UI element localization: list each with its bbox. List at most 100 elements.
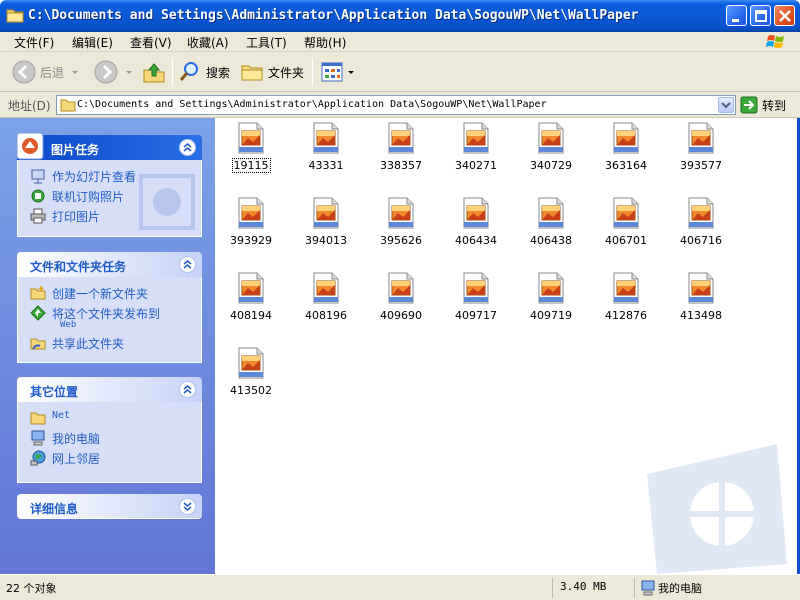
forward-arrow-icon (94, 60, 118, 84)
place-my-computer[interactable]: 我的电脑 (30, 430, 100, 447)
file-item[interactable]: 394013 (290, 196, 362, 247)
file-name: 409719 (530, 309, 572, 322)
network-icon (30, 450, 46, 466)
collapse-button[interactable] (179, 381, 196, 398)
file-item[interactable]: 409719 (515, 271, 587, 322)
menu-tools[interactable]: 工具(T) (246, 34, 287, 51)
collapse-button[interactable] (179, 256, 196, 273)
file-item[interactable]: 406701 (590, 196, 662, 247)
menu-favorites[interactable]: 收藏(A) (187, 34, 229, 51)
file-item[interactable]: 19115 (215, 121, 287, 173)
file-item[interactable]: 413502 (215, 346, 287, 397)
file-name: 406701 (605, 234, 647, 247)
menu-view[interactable]: 查看(V) (130, 34, 172, 51)
windows-logo-icon (766, 35, 784, 48)
file-item[interactable]: 340729 (515, 121, 587, 172)
file-item[interactable]: 338357 (365, 121, 437, 172)
file-item[interactable]: 409690 (365, 271, 437, 322)
window-title: C:\Documents and Settings\Administrator\… (28, 8, 639, 23)
file-item[interactable]: 408194 (215, 271, 287, 322)
image-file-icon (613, 272, 639, 304)
maximize-button[interactable] (750, 5, 771, 26)
image-file-icon (463, 197, 489, 229)
folders-button[interactable]: 文件夹 (240, 58, 304, 86)
image-file-icon (538, 122, 564, 154)
file-item[interactable]: 409717 (440, 271, 512, 322)
minimize-button[interactable] (726, 5, 747, 26)
folder-icon (60, 99, 76, 112)
picture-tasks-header[interactable]: 图片任务 (16, 132, 202, 160)
image-file-icon (688, 272, 714, 304)
menu-help[interactable]: 帮助(H) (304, 34, 346, 51)
expand-button[interactable] (179, 498, 196, 515)
image-file-icon (463, 122, 489, 154)
file-name: 409717 (455, 309, 497, 322)
close-button[interactable] (774, 5, 795, 26)
task-slideshow[interactable]: 作为幻灯片查看 (30, 168, 136, 185)
forward-button[interactable] (94, 58, 134, 86)
file-item[interactable]: 406438 (515, 196, 587, 247)
file-item[interactable]: 340271 (440, 121, 512, 172)
file-item[interactable]: 363164 (590, 121, 662, 172)
go-button[interactable]: 转到 (740, 96, 786, 114)
title-bar[interactable]: C:\Documents and Settings\Administrator\… (0, 0, 800, 32)
task-publish-web[interactable]: 将这个文件夹发布到 (30, 305, 160, 322)
new-folder-icon (30, 286, 46, 300)
search-label: 搜索 (206, 65, 231, 80)
maximize-icon (755, 10, 767, 22)
order-photos-icon (31, 189, 45, 203)
picture-tasks-panel: 图片任务 作为幻灯片查看 联机订购照片 打印图片 (16, 132, 202, 237)
address-input[interactable]: C:\Documents and Settings\Administrator\… (56, 95, 736, 115)
views-button[interactable] (320, 58, 356, 86)
file-folder-tasks-body: 创建一个新文件夹 将这个文件夹发布到 Web 共享此文件夹 (17, 277, 202, 363)
folders-icon (241, 65, 263, 81)
menu-file[interactable]: 文件(F) (14, 34, 54, 51)
file-item[interactable]: 43331 (290, 121, 362, 172)
search-button[interactable]: 搜索 (178, 58, 230, 86)
image-file-icon (613, 122, 639, 154)
up-folder-button[interactable] (142, 58, 166, 86)
picture-tasks-body: 作为幻灯片查看 联机订购照片 打印图片 (17, 160, 202, 237)
place-network[interactable]: 网上邻居 (30, 450, 100, 467)
file-item[interactable]: 408196 (290, 271, 362, 322)
folder-icon (30, 412, 46, 425)
file-name: 395626 (380, 234, 422, 247)
task-print-pictures[interactable]: 打印图片 (30, 208, 100, 225)
views-icon (321, 62, 343, 82)
file-item[interactable]: 393929 (215, 196, 287, 247)
file-item[interactable]: 395626 (365, 196, 437, 247)
my-computer-icon (641, 580, 655, 596)
back-button[interactable]: 后退 (12, 58, 80, 86)
file-list-view[interactable]: 19115 43331 338357 340271 340729 363164 393577… (215, 118, 797, 574)
menu-bar: 文件(F) 编辑(E) 查看(V) 收藏(A) 工具(T) 帮助(H) (0, 32, 800, 52)
file-folder-tasks-header[interactable]: 文件和文件夹任务 (17, 252, 202, 277)
task-share-folder[interactable]: 共享此文件夹 (30, 335, 124, 352)
file-name: 340271 (455, 159, 497, 172)
file-name: 393577 (680, 159, 722, 172)
file-name: 409690 (380, 309, 422, 322)
image-file-icon (538, 272, 564, 304)
task-new-folder[interactable]: 创建一个新文件夹 (30, 285, 148, 302)
file-name: 413498 (680, 309, 722, 322)
chevron-down-icon (348, 71, 354, 74)
picture-tasks-icon (16, 132, 44, 160)
place-net[interactable]: Net (30, 410, 70, 426)
details-header[interactable]: 详细信息 (17, 494, 202, 519)
minimize-icon (732, 19, 739, 22)
file-item[interactable]: 413498 (665, 271, 737, 322)
file-item[interactable]: 412876 (590, 271, 662, 322)
file-name: 406716 (680, 234, 722, 247)
file-item[interactable]: 393577 (665, 121, 737, 172)
file-item[interactable]: 406716 (665, 196, 737, 247)
menu-edit[interactable]: 编辑(E) (72, 34, 113, 51)
file-item[interactable]: 406434 (440, 196, 512, 247)
other-places-header[interactable]: 其它位置 (17, 377, 202, 402)
file-name: 338357 (380, 159, 422, 172)
folder-watermark-icon (647, 444, 787, 574)
details-panel: 详细信息 (17, 494, 202, 519)
other-places-body: Net 我的电脑 网上邻居 (17, 402, 202, 483)
task-publish-web-suffix[interactable]: Web (60, 320, 76, 330)
address-dropdown-button[interactable] (718, 97, 734, 113)
task-order-photos[interactable]: 联机订购照片 (30, 188, 124, 205)
collapse-button[interactable] (179, 139, 196, 156)
